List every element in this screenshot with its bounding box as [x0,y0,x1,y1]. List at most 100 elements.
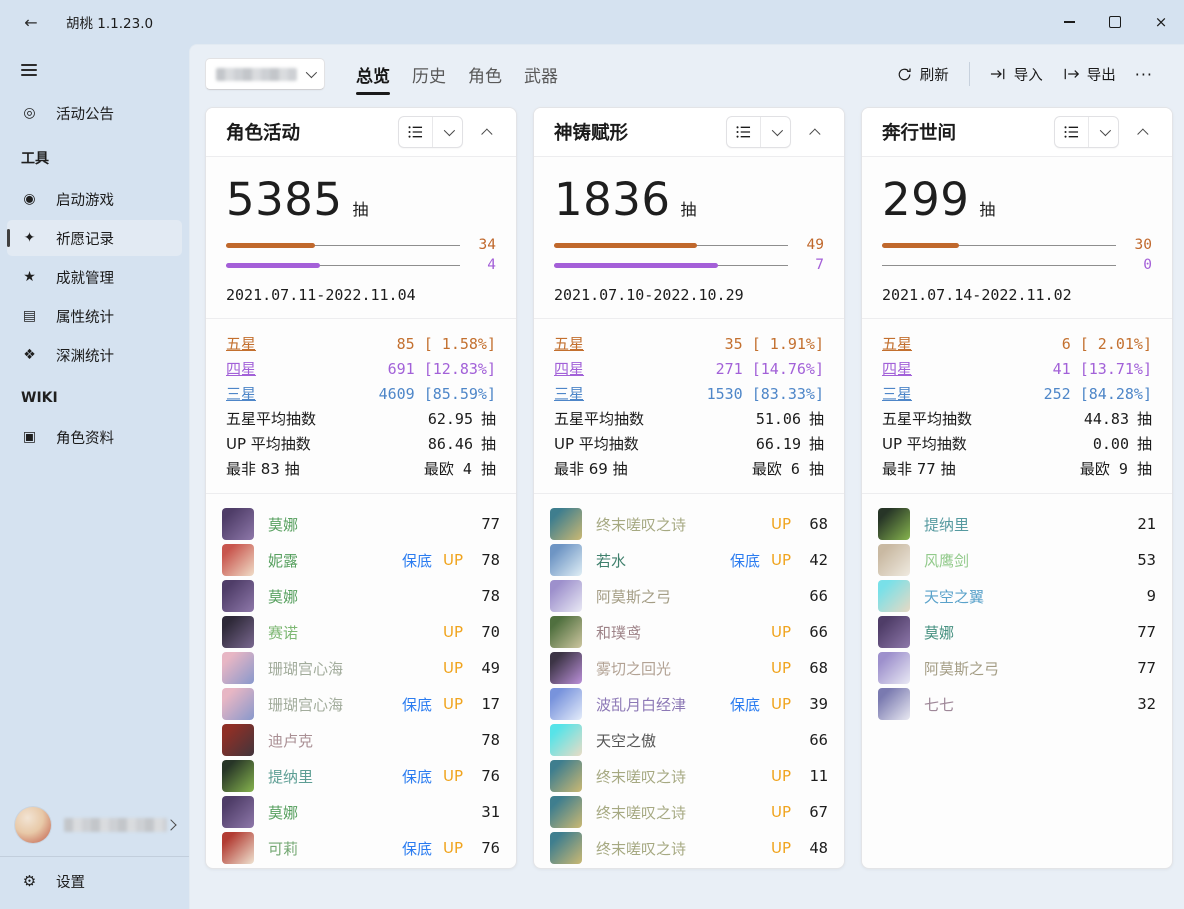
item-name: 珊瑚宫心海 [268,658,443,679]
item-pull-count: 21 [1130,515,1156,533]
item-pull-count: 70 [474,623,500,641]
refresh-button[interactable]: 刷新 [887,57,959,92]
collapse-card-button[interactable] [474,117,504,147]
item-pull-count: 42 [802,551,828,569]
close-button[interactable]: × [1138,0,1184,44]
export-button[interactable]: 导出 [1053,57,1126,92]
pity-bars: 49 7 [554,235,824,275]
stat-label[interactable]: 最非 69 抽 [554,458,752,479]
drop-list-item: 迪卢克 保底 UP 78 [222,722,500,758]
user-avatar [14,806,52,844]
item-pull-count: 76 [474,767,500,785]
list-view-button[interactable] [1055,117,1088,147]
stat-label[interactable]: 最非 83 抽 [226,458,424,479]
import-label: 导入 [1014,64,1043,85]
stat-label[interactable]: 三星 [554,383,707,404]
stat-row: 三星 1530 [83.33%] [554,381,824,406]
guarantee-badge: 保底 [730,550,760,571]
item-name: 珊瑚宫心海 [268,694,402,715]
stat-label[interactable]: 五星平均抽数 [554,408,756,429]
stat-label[interactable]: UP 平均抽数 [554,433,756,454]
list-view-button[interactable] [399,117,432,147]
sidebar-item[interactable]: ✦ 祈愿记录 [7,220,182,256]
stat-label[interactable]: 四星 [226,358,388,379]
drop-list-item: 莫娜 保底 UP 77 [222,506,500,542]
pity-bar-value: 4 [460,257,496,273]
drop-list: 终末嗟叹之诗 保底 UP 68 若水 保底 UP 42 [534,494,844,868]
stat-label[interactable]: 最非 77 抽 [882,458,1080,479]
sidebar-item[interactable]: ◎ 活动公告 [7,95,182,131]
stat-label[interactable]: 四星 [554,358,716,379]
minimize-button[interactable] [1046,0,1092,44]
item-name: 赛诺 [268,622,443,643]
item-name: 终末嗟叹之诗 [596,766,771,787]
stat-row: 四星 271 [14.76%] [554,356,824,381]
item-name: 提纳里 [268,766,402,787]
stat-label[interactable]: 五星 [554,333,725,354]
stat-label[interactable]: 五星 [882,333,1062,354]
drop-list-item: 阿莫斯之弓 保底 UP 66 [550,578,828,614]
import-icon [990,67,1006,81]
list-view-button[interactable] [727,117,760,147]
stat-label[interactable]: 三星 [226,383,379,404]
user-account-row[interactable] [0,798,189,854]
maximize-button[interactable] [1092,0,1138,44]
stat-value: 51.06 [756,410,801,428]
sidebar-item[interactable]: ❖ 深渊统计 [7,337,182,373]
list-mode-dropdown-button[interactable] [760,117,790,147]
sidebar: ◎ 活动公告 工具 ◉ 启动游戏 [0,44,189,909]
hamburger-menu-button[interactable] [14,54,48,86]
item-name: 莫娜 [268,802,474,823]
pity-bar-value: 30 [1116,237,1152,253]
import-button[interactable]: 导入 [980,57,1053,92]
stat-value: 86.46 [428,435,473,453]
tab[interactable]: 武器 [513,55,569,94]
sidebar-nav: ◎ 活动公告 工具 ◉ 启动游戏 [0,92,189,458]
collapse-card-button[interactable] [1130,117,1160,147]
total-pulls-value: 299 [882,173,969,226]
list-mode-dropdown-button[interactable] [432,117,462,147]
drop-list-item: 若水 保底 UP 42 [550,542,828,578]
stat-value: 62.95 [428,410,473,428]
up-badge: UP [771,695,791,713]
tab[interactable]: 总览 [345,55,401,94]
tab[interactable]: 历史 [401,55,457,94]
item-avatar [222,652,254,684]
sidebar-item-settings[interactable]: ⚙ 设置 [7,861,182,901]
total-pulls-unit: 抽 [979,196,995,220]
list-mode-dropdown-button[interactable] [1088,117,1118,147]
guarantee-badge: 保底 [402,766,432,787]
sidebar-section: ◎ 活动公告 [7,95,182,131]
item-avatar [222,688,254,720]
stat-value: 691 [12.83%] [388,360,496,378]
stat-label[interactable]: 四星 [882,358,1053,379]
card-stats: 五星 35 [ 1.91%] 四星 271 [14.76%] 三星 [534,319,844,493]
banner-cards: 角色活动 [190,103,1184,887]
sidebar-item[interactable]: ◉ 启动游戏 [7,181,182,217]
account-dropdown[interactable] [205,58,325,90]
stat-label[interactable]: 五星 [226,333,397,354]
collapse-card-button[interactable] [802,117,832,147]
card-summary: 1836 抽 49 [534,157,844,318]
drop-list-item: 提纳里 保底 UP 76 [222,758,500,794]
sidebar-item[interactable]: ▣ 角色资料 [7,419,182,455]
tab[interactable]: 角色 [457,55,513,94]
drop-list-item: 天空之傲 保底 UP 66 [550,722,828,758]
sidebar-item[interactable]: ★ 成就管理 [7,259,182,295]
pity-bar-track [226,243,460,248]
stat-label[interactable]: UP 平均抽数 [882,433,1093,454]
stat-label[interactable]: 五星平均抽数 [882,408,1084,429]
stat-label[interactable]: 五星平均抽数 [226,408,428,429]
back-button[interactable]: ← [14,7,48,37]
drop-list-item: 终末嗟叹之诗 保底 UP 48 [550,830,828,866]
stat-label[interactable]: 三星 [882,383,1044,404]
more-button[interactable]: ··· [1126,58,1162,91]
item-pull-count: 39 [802,695,828,713]
total-pulls-unit: 抽 [353,196,369,220]
up-badge: UP [771,767,791,785]
stat-label[interactable]: UP 平均抽数 [226,433,428,454]
sidebar-item[interactable]: ▤ 属性统计 [7,298,182,334]
total-pulls-value: 5385 [226,173,343,226]
item-avatar [550,616,582,648]
stat-value: 271 [14.76%] [716,360,824,378]
